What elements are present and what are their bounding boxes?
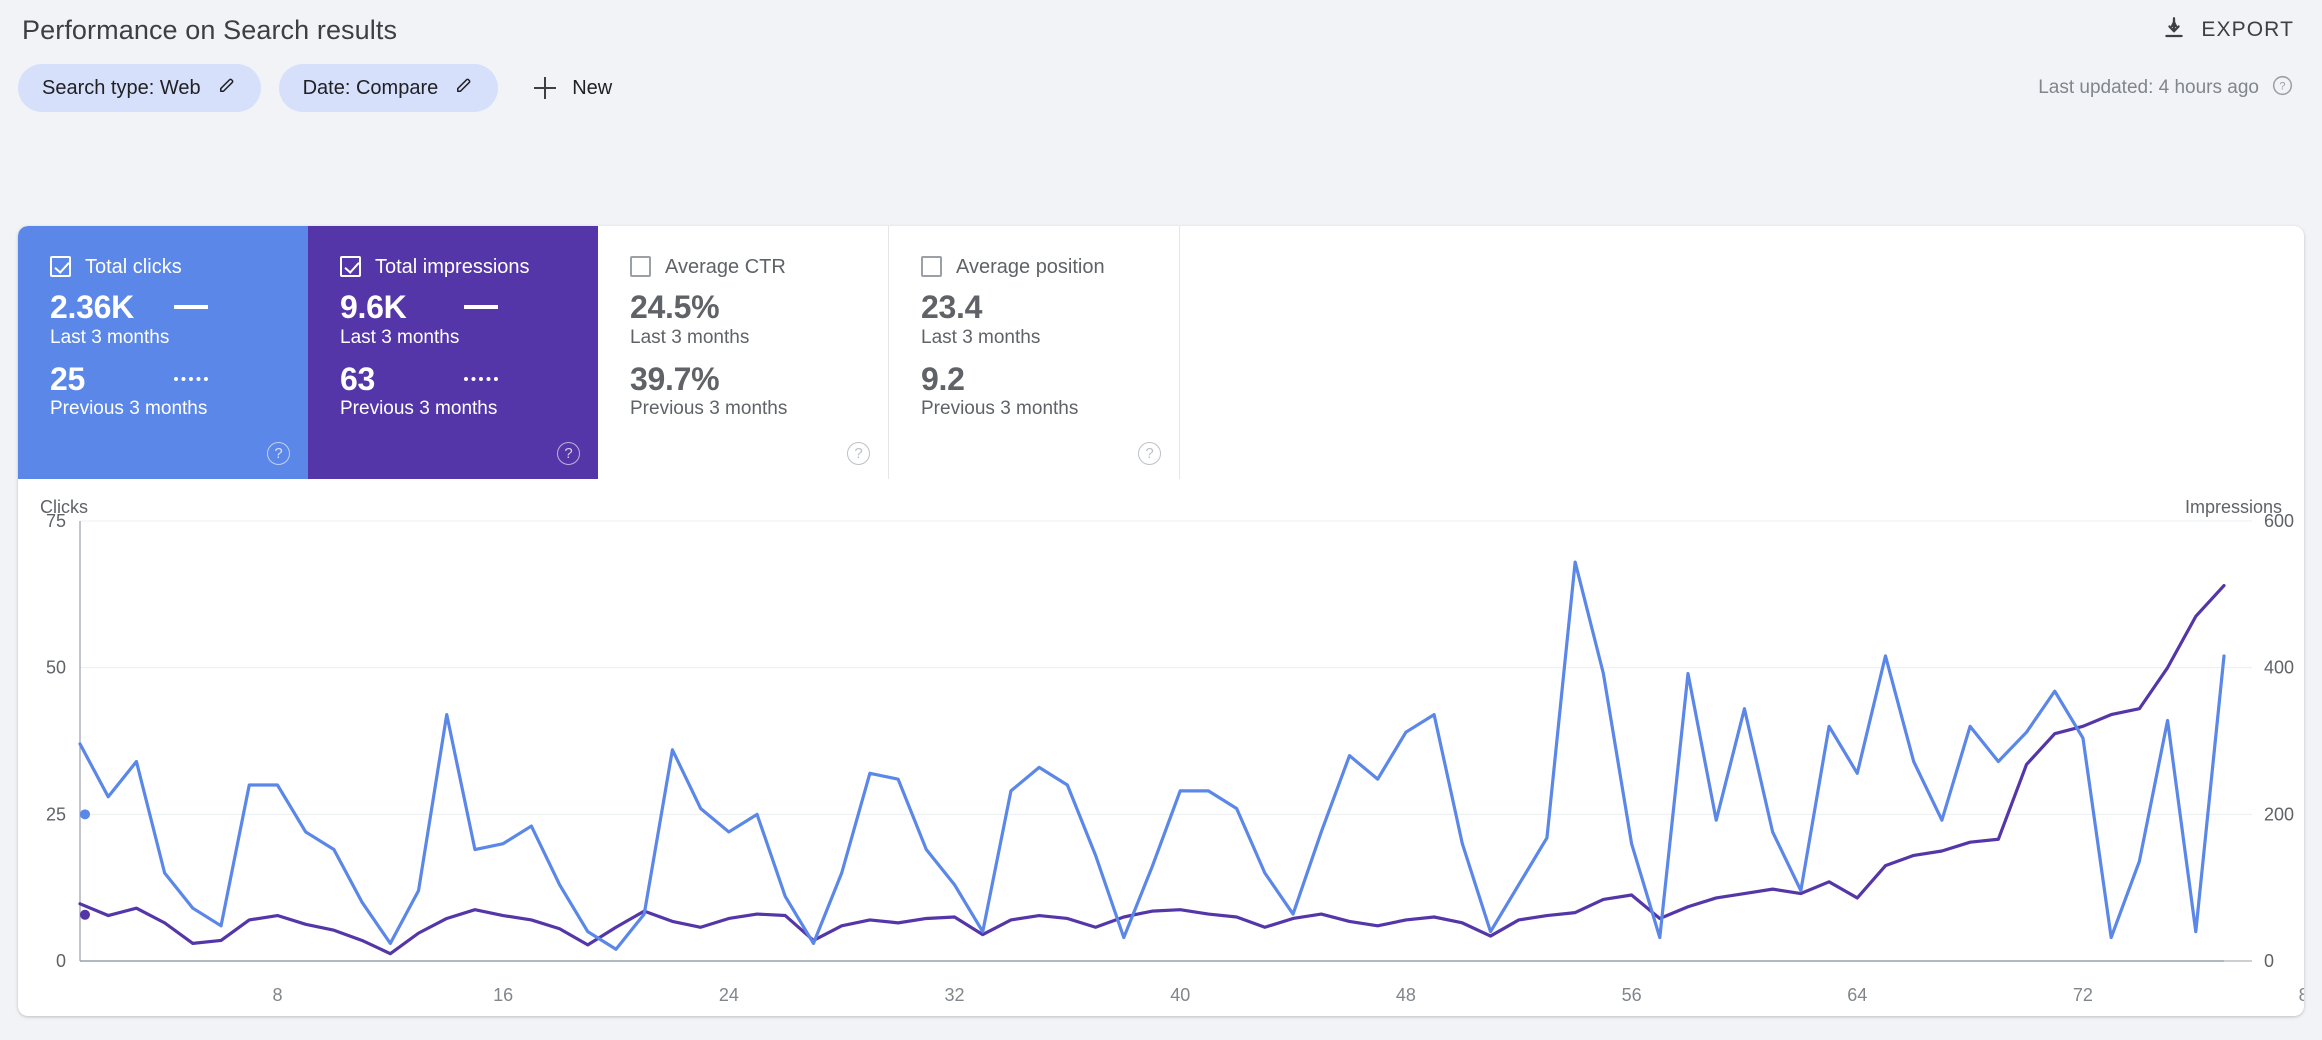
- x-axis-tick: 32: [945, 985, 965, 1005]
- metric-previous-block: 25 Previous 3 months: [50, 362, 308, 421]
- metric-card-total-clicks[interactable]: Total clicks 2.36K Last 3 months 25 Prev…: [18, 226, 308, 479]
- metric-label-total-impressions: Total impressions: [375, 255, 530, 278]
- y-axis-tick-right: 400: [2264, 658, 2294, 678]
- chart-line-clicks: [78, 560, 2226, 951]
- metric-label-average-ctr: Average CTR: [665, 255, 786, 278]
- help-circle-icon[interactable]: ?: [1138, 442, 1161, 465]
- help-circle-icon[interactable]: ?: [267, 442, 290, 465]
- metric-header: Total impressions: [340, 256, 598, 277]
- y-axis-tick-right: 0: [2264, 951, 2274, 971]
- metric-card-average-position[interactable]: Average position 23.4 Last 3 months 9.2 …: [889, 226, 1180, 479]
- metric-current-label: Last 3 months: [50, 326, 170, 348]
- metric-label-average-position: Average position: [956, 255, 1105, 278]
- plus-icon: [534, 77, 557, 99]
- page-header: Performance on Search results EXPORT: [0, 0, 2322, 52]
- last-updated-label: Last updated: 4 hours ago: [2038, 77, 2259, 98]
- download-icon: [2161, 15, 2187, 46]
- last-updated: Last updated: 4 hours ago ?: [2038, 74, 2294, 103]
- metric-previous-block: 63 Previous 3 months: [340, 362, 598, 421]
- x-axis-tick: 80: [2299, 985, 2304, 1005]
- export-button[interactable]: EXPORT: [2161, 7, 2294, 46]
- filter-chip-search-type[interactable]: Search type: Web: [18, 64, 261, 112]
- metric-current-block: 24.5% Last 3 months: [630, 289, 888, 349]
- help-circle-icon[interactable]: ?: [2271, 74, 2294, 103]
- checkbox-average-position[interactable]: [921, 256, 942, 277]
- metric-previous-block: 9.2 Previous 3 months: [921, 360, 1179, 421]
- metric-previous-label: Previous 3 months: [630, 398, 788, 420]
- metric-current-value: 24.5%: [630, 289, 720, 325]
- performance-chart: Clicks Impressions 0 25 50 75 0 200 400 600 8 16 2…: [18, 479, 2304, 1016]
- filter-bar: Search type: Web Date: Compare New Last …: [0, 52, 2322, 124]
- x-axis-tick: 8: [272, 985, 282, 1005]
- metric-current-label: Last 3 months: [921, 326, 1041, 348]
- legend-dashed-line: [464, 376, 498, 381]
- metric-card-average-ctr[interactable]: Average CTR 24.5% Last 3 months 39.7% Pr…: [598, 226, 889, 479]
- y-axis-tick-left: 50: [46, 658, 66, 678]
- metric-card-total-impressions[interactable]: Total impressions 9.6K Last 3 months 63 …: [308, 226, 598, 479]
- metric-previous-value: 9.2: [921, 360, 965, 397]
- metrics-row: Total clicks 2.36K Last 3 months 25 Prev…: [18, 226, 1180, 479]
- metric-header: Average position: [921, 256, 1179, 277]
- x-axis-tick: 48: [1396, 985, 1416, 1005]
- metric-current-block: 9.6K Last 3 months: [340, 290, 598, 349]
- legend-solid-line: [464, 305, 498, 309]
- x-axis-tick: 24: [719, 985, 739, 1005]
- performance-panel: Total clicks 2.36K Last 3 months 25 Prev…: [18, 226, 2304, 1016]
- y-axis-tick-left: 25: [46, 804, 66, 824]
- pencil-icon: [454, 75, 474, 101]
- y-axis-tick-right: 600: [2264, 511, 2294, 531]
- filter-chip-search-type-label: Search type: Web: [42, 77, 201, 99]
- checkbox-average-ctr[interactable]: [630, 256, 651, 277]
- x-axis-tick: 16: [493, 985, 513, 1005]
- filter-chip-date-label: Date: Compare: [302, 77, 439, 99]
- legend-solid-line: [174, 305, 208, 309]
- svg-text:?: ?: [2279, 80, 2285, 92]
- metric-current-block: 2.36K Last 3 months: [50, 290, 308, 349]
- metric-current-label: Last 3 months: [340, 326, 460, 348]
- help-circle-icon[interactable]: ?: [847, 442, 870, 465]
- x-axis-tick: 40: [1170, 985, 1190, 1005]
- chart-svg[interactable]: 02550750200400600816243240485664728088: [18, 479, 2304, 1016]
- metric-current-value: 23.4: [921, 289, 983, 325]
- x-axis-tick: 56: [1622, 985, 1642, 1005]
- metric-previous-value: 39.7%: [630, 360, 720, 397]
- legend-dashed-line: [174, 376, 208, 381]
- new-filter-label: New: [572, 76, 613, 99]
- metric-current-label: Last 3 months: [630, 326, 750, 348]
- x-axis-tick: 64: [1847, 985, 1867, 1005]
- chart-start-dot-clicks: [80, 809, 90, 820]
- x-axis-tick: 72: [2073, 985, 2093, 1005]
- metric-header: Total clicks: [50, 256, 308, 277]
- y-axis-tick-left: 0: [56, 951, 66, 971]
- metric-previous-block: 39.7% Previous 3 months: [630, 360, 888, 421]
- y-axis-tick-left: 75: [46, 511, 66, 531]
- export-label: EXPORT: [2201, 18, 2294, 41]
- metric-current-block: 23.4 Last 3 months: [921, 289, 1179, 349]
- metric-previous-label: Previous 3 months: [921, 398, 1079, 420]
- help-circle-icon[interactable]: ?: [557, 442, 580, 465]
- filter-chip-date[interactable]: Date: Compare: [278, 64, 499, 112]
- chart-line-impressions: [78, 583, 2226, 956]
- metric-header: Average CTR: [630, 256, 888, 277]
- checkbox-total-clicks[interactable]: [50, 256, 71, 277]
- metric-previous-label: Previous 3 months: [340, 398, 498, 420]
- metric-label-total-clicks: Total clicks: [85, 255, 182, 278]
- y-axis-tick-right: 200: [2264, 804, 2294, 824]
- metric-previous-label: Previous 3 months: [50, 398, 208, 420]
- new-filter-button[interactable]: New: [516, 64, 630, 112]
- page-title: Performance on Search results: [22, 14, 398, 45]
- chart-start-dot-impressions: [80, 909, 90, 920]
- pencil-icon: [217, 75, 237, 101]
- checkbox-total-impressions[interactable]: [340, 256, 361, 277]
